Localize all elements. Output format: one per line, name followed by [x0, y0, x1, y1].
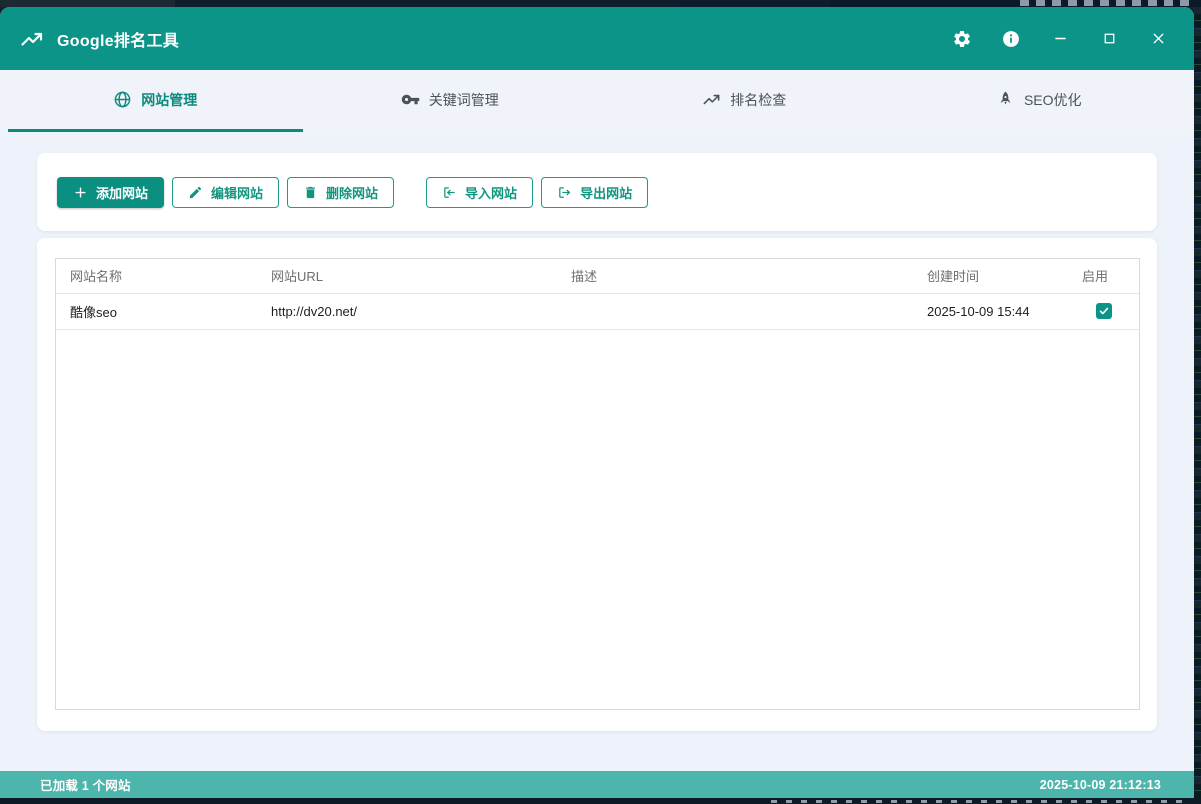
status-loaded-sites: 已加载 1 个网站	[40, 775, 131, 794]
site-table-card: 网站名称 网站URL 描述 创建时间 启用 酷像seo http://dv20.…	[37, 238, 1157, 731]
import-icon	[442, 185, 457, 200]
column-header-description[interactable]: 描述	[557, 259, 913, 293]
background-taskbar-specks	[771, 800, 1191, 803]
export-sites-label: 导出网站	[580, 183, 632, 202]
cell-description	[557, 293, 913, 329]
globe-icon	[113, 90, 132, 109]
cell-site-url: http://dv20.net/	[257, 293, 557, 329]
column-header-site-name[interactable]: 网站名称	[56, 259, 257, 293]
minimize-button[interactable]	[1049, 28, 1071, 50]
tab-label: 排名检查	[730, 90, 786, 110]
info-icon[interactable]	[1000, 28, 1022, 50]
import-sites-button[interactable]: 导入网站	[426, 177, 533, 208]
trending-up-app-icon	[20, 27, 44, 51]
maximize-button[interactable]	[1098, 28, 1120, 50]
key-icon	[401, 90, 420, 109]
add-site-label: 添加网站	[96, 183, 148, 202]
plus-icon	[73, 185, 88, 200]
table-header-row: 网站名称 网站URL 描述 创建时间 启用	[56, 259, 1139, 293]
tab-site-management[interactable]: 网站管理	[8, 70, 303, 132]
app-window: Google排名工具	[0, 7, 1194, 798]
tab-label: 关键词管理	[429, 90, 499, 110]
delete-site-button[interactable]: 删除网站	[287, 177, 394, 208]
tab-seo-optimize[interactable]: SEO优化	[892, 70, 1187, 132]
site-table: 网站名称 网站URL 描述 创建时间 启用 酷像seo http://dv20.…	[55, 258, 1140, 710]
background-taskbar-strip	[0, 798, 1201, 804]
delete-site-label: 删除网站	[326, 183, 378, 202]
cell-created-time: 2025-10-09 15:44	[913, 293, 1068, 329]
tab-label: 网站管理	[141, 90, 197, 110]
edit-site-label: 编辑网站	[211, 183, 263, 202]
export-icon	[557, 185, 572, 200]
tab-label: SEO优化	[1024, 90, 1082, 110]
enabled-checkbox-checked[interactable]	[1096, 303, 1112, 319]
tab-rank-check[interactable]: 排名检查	[597, 70, 892, 132]
background-desktop-strip-right	[1194, 7, 1201, 804]
background-window-fragment-top	[0, 0, 1201, 7]
status-bar: 已加载 1 个网站 2025-10-09 21:12:13	[0, 771, 1194, 798]
titlebar[interactable]: Google排名工具	[0, 7, 1194, 70]
close-button[interactable]	[1147, 28, 1169, 50]
pencil-icon	[188, 185, 203, 200]
desktop-background: Google排名工具	[0, 0, 1201, 804]
column-header-enabled[interactable]: 启用	[1068, 259, 1139, 293]
tab-bar: 网站管理 关键词管理 排名检查	[0, 70, 1194, 132]
toolbar-card: 添加网站 编辑网站 删除网站	[37, 153, 1157, 231]
cell-site-name: 酷像seo	[56, 293, 257, 329]
table-row[interactable]: 酷像seo http://dv20.net/ 2025-10-09 15:44	[56, 293, 1139, 329]
export-sites-button[interactable]: 导出网站	[541, 177, 648, 208]
settings-gear-icon[interactable]	[951, 28, 973, 50]
window-title: Google排名工具	[57, 27, 179, 51]
column-header-site-url[interactable]: 网站URL	[257, 259, 557, 293]
tab-keyword-management[interactable]: 关键词管理	[303, 70, 598, 132]
background-window-text-fragment	[1020, 0, 1190, 6]
trash-icon	[303, 185, 318, 200]
rocket-icon	[996, 90, 1015, 109]
edit-site-button[interactable]: 编辑网站	[172, 177, 279, 208]
cell-enabled	[1068, 293, 1139, 329]
column-header-created-time[interactable]: 创建时间	[913, 259, 1068, 293]
trending-up-icon	[702, 90, 721, 109]
import-sites-label: 导入网站	[465, 183, 517, 202]
add-site-button[interactable]: 添加网站	[57, 177, 164, 208]
status-clock: 2025-10-09 21:12:13	[1040, 778, 1161, 792]
